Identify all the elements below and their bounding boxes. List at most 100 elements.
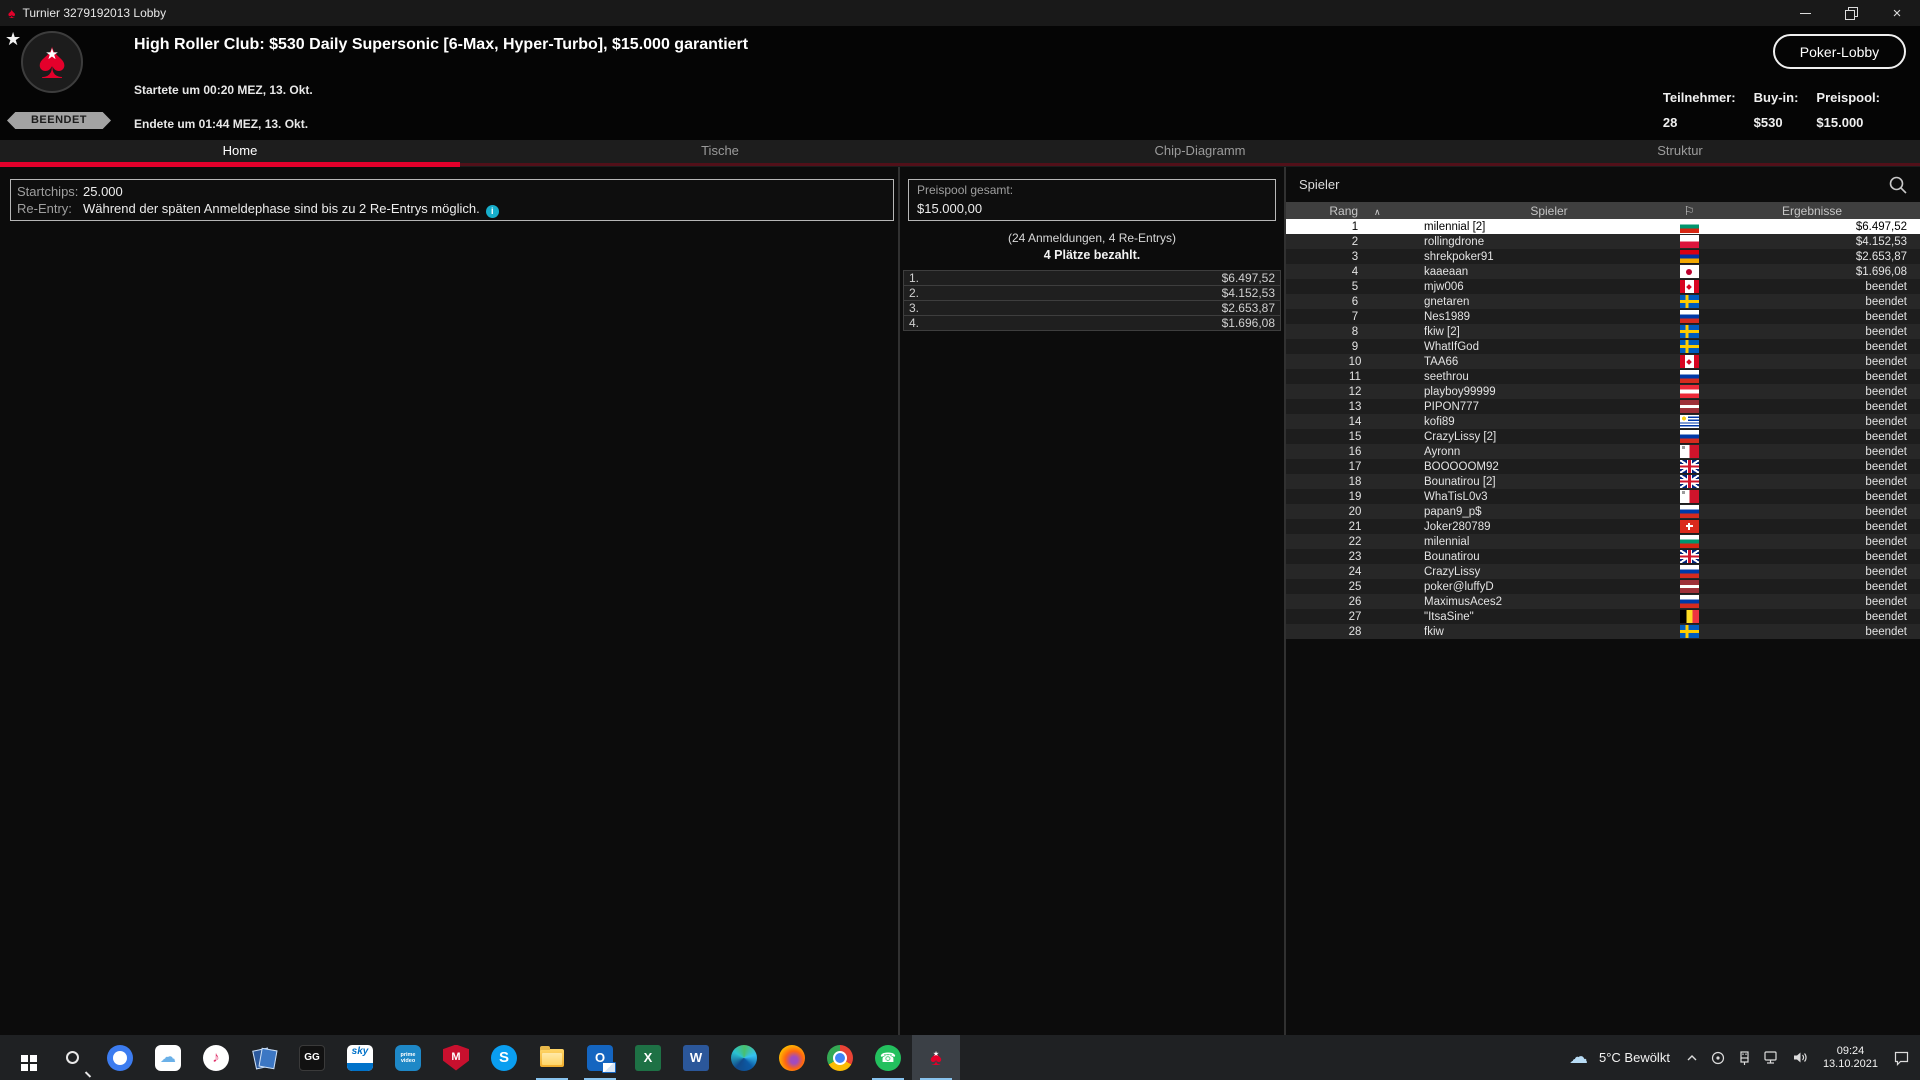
player-name: Nes1989 <box>1424 310 1471 323</box>
mt-flag-icon <box>1679 445 1699 458</box>
search-icon[interactable] <box>1888 175 1908 195</box>
column-flag[interactable]: ⚐ <box>1674 204 1704 218</box>
player-row-20[interactable]: 20 papan9_p$ beendet <box>1286 504 1920 519</box>
player-rank: 18 <box>1348 475 1362 488</box>
stat-value: 28 <box>1662 115 1678 130</box>
player-row-10[interactable]: 10 TAA66 beendet <box>1286 354 1920 369</box>
meet-now-icon[interactable] <box>1710 1050 1726 1066</box>
taskbar-excel-button[interactable]: X <box>624 1035 672 1080</box>
speaker-icon[interactable] <box>1791 1050 1808 1065</box>
player-row-5[interactable]: 5 mjw006 beendet <box>1286 279 1920 294</box>
player-row-17[interactable]: 17 BOOOOOM92 beendet <box>1286 459 1920 474</box>
flag-cell <box>1674 625 1704 638</box>
sky-icon: sky <box>347 1044 373 1071</box>
player-row-25[interactable]: 25 poker@luffyD beendet <box>1286 579 1920 594</box>
player-row-23[interactable]: 23 Bounatirou beendet <box>1286 549 1920 564</box>
player-row-6[interactable]: 6 gnetaren beendet <box>1286 294 1920 309</box>
player-row-16[interactable]: 16 Ayronn beendet <box>1286 444 1920 459</box>
column-player[interactable]: Spieler <box>1424 204 1674 218</box>
player-row-15[interactable]: 15 CrazyLissy [2] beendet <box>1286 429 1920 444</box>
usb-icon[interactable] <box>1737 1050 1752 1066</box>
player-row-21[interactable]: 21 Joker280789 beendet <box>1286 519 1920 534</box>
player-rank: 24 <box>1348 565 1362 578</box>
prize-panel: Preispool gesamt: $15.000,00 (24 Anmeldu… <box>900 167 1284 1035</box>
action-center-icon[interactable] <box>1893 1050 1910 1066</box>
player-row-1[interactable]: 1 milennial [2] $6.497,52 <box>1286 219 1920 234</box>
player-name: gnetaren <box>1424 295 1470 308</box>
column-rank[interactable]: Rang ∧ <box>1286 204 1424 218</box>
poker-lobby-button[interactable]: Poker-Lobby <box>1773 34 1906 69</box>
tournament-title: High Roller Club: $530 Daily Supersonic … <box>134 36 749 53</box>
poker-cards-icon <box>251 1045 277 1071</box>
favorite-star-icon[interactable]: ★ <box>5 29 21 50</box>
players-panel: Spieler Rang ∧ Spieler ⚐ Ergebnisse 1 mile… <box>1286 167 1920 1035</box>
player-row-28[interactable]: 28 fkiw beendet <box>1286 624 1920 639</box>
minimize-button[interactable] <box>1782 0 1828 26</box>
taskbar-mcafee-button[interactable]: M <box>432 1035 480 1080</box>
player-row-3[interactable]: 3 shrekpoker91 $2.653,87 <box>1286 249 1920 264</box>
close-button[interactable]: × <box>1874 0 1920 26</box>
taskbar-search-button[interactable] <box>48 1035 96 1080</box>
player-rank: 11 <box>1349 370 1361 383</box>
player-row-2[interactable]: 2 rollingdrone $4.152,53 <box>1286 234 1920 249</box>
taskbar-signal-button[interactable] <box>96 1035 144 1080</box>
player-row-12[interactable]: 12 playboy99999 beendet <box>1286 384 1920 399</box>
player-name: Ayronn <box>1424 445 1461 458</box>
taskbar-outlook-button[interactable]: O <box>576 1035 624 1080</box>
player-row-8[interactable]: 8 fkiw [2] beendet <box>1286 324 1920 339</box>
taskbar-chrome-button[interactable] <box>816 1035 864 1080</box>
player-rank: 4 <box>1351 265 1359 278</box>
flag-cell <box>1674 610 1704 623</box>
player-row-24[interactable]: 24 CrazyLissy beendet <box>1286 564 1920 579</box>
ca-flag-icon <box>1679 280 1699 293</box>
weather-text[interactable]: 5°C Bewölkt <box>1599 1050 1670 1065</box>
info-value: 25.000 <box>83 184 123 199</box>
info-icon[interactable]: i <box>485 205 499 218</box>
start-time: Startete um 00:20 MEZ, 13. Okt. <box>134 83 313 97</box>
column-results[interactable]: Ergebnisse <box>1704 204 1920 218</box>
player-row-27[interactable]: 27 "ItsaSine" beendet <box>1286 609 1920 624</box>
player-row-9[interactable]: 9 WhatIfGod beendet <box>1286 339 1920 354</box>
weather-cloud-icon[interactable]: ☁ <box>1569 1048 1588 1067</box>
chevron-up-icon[interactable] <box>1685 1051 1699 1065</box>
flag-cell <box>1674 505 1704 518</box>
player-row-14[interactable]: 14 kofi89 beendet <box>1286 414 1920 429</box>
player-row-26[interactable]: 26 MaximusAces2 beendet <box>1286 594 1920 609</box>
flag-cell <box>1674 250 1704 263</box>
player-row-11[interactable]: 11 seethrou beendet <box>1286 369 1920 384</box>
player-row-22[interactable]: 22 milennial beendet <box>1286 534 1920 549</box>
taskbar-pokerstars-button[interactable]: ♠ <box>912 1035 960 1080</box>
player-rank: 27 <box>1348 610 1362 623</box>
player-row-18[interactable]: 18 Bounatirou [2] beendet <box>1286 474 1920 489</box>
gb-flag-icon <box>1679 550 1699 563</box>
taskbar-word-button[interactable]: W <box>672 1035 720 1080</box>
taskbar-ggpoker-button[interactable]: GG <box>288 1035 336 1080</box>
clock[interactable]: 09:24 13.10.2021 <box>1823 1045 1878 1071</box>
player-row-4[interactable]: 4 kaaeaan $1.696,08 <box>1286 264 1920 279</box>
player-rank: 7 <box>1351 310 1359 323</box>
network-icon[interactable] <box>1763 1050 1780 1065</box>
taskbar-file-explorer-button[interactable] <box>528 1035 576 1080</box>
taskbar-skype-button[interactable]: S <box>480 1035 528 1080</box>
player-row-19[interactable]: 19 WhaTisL0v3 beendet <box>1286 489 1920 504</box>
startchips-reentry-box: Startchips: 25.000 Re-Entry: Während der sp… <box>10 179 894 221</box>
taskbar-itunes-button[interactable]: ♪ <box>192 1035 240 1080</box>
restore-button[interactable] <box>1828 0 1874 26</box>
player-result: beendet <box>1865 415 1907 428</box>
info-row: Re-Entry: Während der späten Anmeldephase… <box>17 200 887 218</box>
prize-place: 2. <box>909 286 920 300</box>
player-row-13[interactable]: 13 PIPON777 beendet <box>1286 399 1920 414</box>
taskbar-edge-button[interactable] <box>720 1035 768 1080</box>
taskbar-sky-button[interactable]: sky <box>336 1035 384 1080</box>
taskbar-whatsapp-button[interactable]: ☎ <box>864 1035 912 1080</box>
taskbar-prime-video-button[interactable]: prime video <box>384 1035 432 1080</box>
player-row-7[interactable]: 7 Nes1989 beendet <box>1286 309 1920 324</box>
taskbar-icloud-button[interactable]: ☁ <box>144 1035 192 1080</box>
flag-cell <box>1674 430 1704 443</box>
taskbar-start-button[interactable] <box>0 1035 48 1080</box>
taskbar-poker-cards-button[interactable] <box>240 1035 288 1080</box>
taskbar-firefox-button[interactable] <box>768 1035 816 1080</box>
player-result: beendet <box>1865 445 1907 458</box>
flag-cell <box>1674 400 1704 413</box>
player-rank: 20 <box>1348 505 1362 518</box>
